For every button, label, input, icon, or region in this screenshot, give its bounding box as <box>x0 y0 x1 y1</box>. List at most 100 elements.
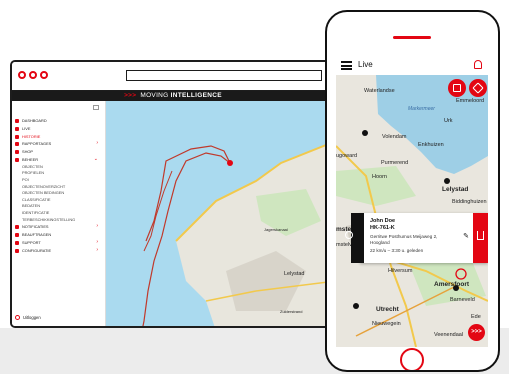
address-line-1: Gerritwe Posthumus Meijaweg 2, <box>370 234 438 239</box>
sidebar-item-notificaties[interactable]: NOTIFICATIES › <box>12 223 106 231</box>
sidebar-item-objecten-bedingen[interactable]: OBJECTEN BEDINGEN <box>12 190 106 197</box>
map-label-nieuwegein: Nieuwegein <box>372 321 401 327</box>
chevron-right-icon: › <box>96 238 98 245</box>
sidebar-item-label: CONFIGURATIE <box>22 247 52 253</box>
sidebar-item-label: DASHBOARD <box>22 118 47 123</box>
sidebar-item-label: RAPPORTAGES <box>22 141 52 147</box>
gear-icon <box>15 248 19 253</box>
chevron-right-icon: › <box>96 223 98 230</box>
sidebar-item-configuratie[interactable]: CONFIGURATIE › <box>12 247 106 255</box>
desktop-map[interactable]: Lelystad Jagerskanaal Zuiderstrand <box>106 101 334 326</box>
sidebar-item-objectenoverzicht[interactable]: OBJECTENOVERZICHT <box>12 184 106 191</box>
phone-vehicle-marker-1[interactable] <box>362 130 368 136</box>
map-label-hoorn: Hoorn <box>372 174 387 180</box>
history-icon <box>15 134 19 139</box>
map-label-veenendaal: Veenendaal <box>434 332 464 338</box>
forward-button[interactable]: >>> <box>468 324 485 341</box>
map-label-lelystad: Lelystad <box>284 271 305 277</box>
map-label-markermeer: Markermeer <box>408 106 435 112</box>
sidebar-item-profielen[interactable]: PROFIELEN <box>12 170 106 177</box>
desktop-map-svg <box>106 101 334 326</box>
sidebar-item-label: PROFIELEN <box>22 170 45 176</box>
map-label-amersfoort: Amersfoort <box>434 281 470 288</box>
share-button[interactable] <box>473 213 488 263</box>
map-label-zuiderstrand: Zuiderstrand <box>280 309 303 314</box>
map-label-waterland: Waterlandse <box>364 88 395 94</box>
sidebar-item-label: HISTORIE <box>22 133 41 139</box>
logout-button[interactable]: Uitloggen <box>15 315 41 320</box>
map-label-biddinghuizen: Biddinghuizen <box>452 199 487 205</box>
map-label-urk: Urk <box>444 118 453 124</box>
map-label-barneveld: Barneveld <box>450 297 475 303</box>
sidebar-item-support[interactable]: SUPPORT › <box>12 239 106 247</box>
sidebar-item-label: TERBESCHIKKINGSTELLING <box>22 216 76 222</box>
speed-status: 22 km/u – 3:30 u. geleden <box>370 248 424 253</box>
vehicle-info-card[interactable]: John Doe HK-761-K Gerritwe Posthumus Mei… <box>345 213 488 263</box>
sidebar-item-label: BEDATEN <box>22 203 41 209</box>
sidebar-item-label: OBJECTENOVERZICHT <box>22 183 66 189</box>
driver-name: John Doe <box>370 218 396 224</box>
sidebar-item-label: IDENTIFICATIE <box>22 209 50 215</box>
map-label-purmerend: Purmerend <box>381 160 409 166</box>
reports-icon <box>15 142 19 147</box>
layers-icon <box>472 82 484 94</box>
list-view-button[interactable] <box>448 79 466 97</box>
desktop-app: >>> MOVING INTELLIGENCE DASHBOARD LIVE HIST… <box>12 90 334 326</box>
vehicle-plate: HK-761-K <box>370 225 395 231</box>
chevron-right-icon: › <box>96 246 98 253</box>
address-bar[interactable] <box>126 70 322 81</box>
sidebar-item-label: OBJECTEN BEDINGEN <box>22 190 65 196</box>
brand-word-moving: MOVING <box>140 92 169 99</box>
sidebar-item-shop[interactable]: SHOP <box>12 148 106 156</box>
map-label-oegoward: ugoward <box>336 153 358 159</box>
sidebar-item-poi[interactable]: POI <box>12 177 106 184</box>
power-icon <box>15 315 20 320</box>
map-label-emmeloord: Emmeloord <box>456 98 485 104</box>
map-label-jagerskanaal: Jagerskanaal <box>264 227 288 232</box>
window-maximize-dot[interactable] <box>40 71 48 79</box>
lock-icon[interactable] <box>93 105 99 110</box>
sidebar-item-beauftragen[interactable]: BEAUFTRAGEN <box>12 231 106 239</box>
phone-vehicle-marker-2[interactable] <box>444 178 450 184</box>
sidebar-item-label: SHOP <box>22 149 34 155</box>
sidebar-item-label: CLASSIFICATIE <box>22 196 51 202</box>
logout-label: Uitloggen <box>23 314 41 320</box>
edit-icon[interactable]: ✎ <box>463 232 469 240</box>
key-icon <box>15 232 19 237</box>
map-label-ede: Ede <box>471 314 481 320</box>
list-icon <box>453 84 461 92</box>
sidebar-item-live[interactable]: LIVE <box>12 125 106 133</box>
sidebar-item-dashboard[interactable]: DASHBOARD <box>12 117 106 125</box>
sidebar-item-identificatie[interactable]: IDENTIFICATIE <box>12 210 106 217</box>
desktop-window: >>> MOVING INTELLIGENCE DASHBOARD LIVE HIST… <box>10 60 336 328</box>
layers-button[interactable] <box>469 79 487 97</box>
window-minimize-dot[interactable] <box>29 71 37 79</box>
sidebar-menu: DASHBOARD LIVE HISTORIE RAPPORTAGES › SHOP BEH… <box>12 117 106 254</box>
hamburger-icon[interactable] <box>341 61 352 70</box>
car-icon <box>15 157 19 162</box>
sidebar-item-label: POI <box>22 176 29 182</box>
phone-screen: Live Waterlandse Volendam Markermeer Pur… <box>336 56 488 347</box>
bell-icon[interactable] <box>474 60 482 69</box>
card-left-strip <box>345 213 364 263</box>
vehicle-marker-icon[interactable] <box>227 160 233 166</box>
sidebar-item-beheer[interactable]: BEHEER ⌄ <box>12 156 106 164</box>
home-button[interactable] <box>400 348 424 370</box>
brand-word-intelligence: INTELLIGENCE <box>170 92 222 99</box>
sidebar-item-bedaten[interactable]: BEDATEN <box>12 203 106 210</box>
sidebar-item-terbeschikkingstelling[interactable]: TERBESCHIKKINGSTELLING <box>12 217 106 224</box>
sidebar-item-historie[interactable]: HISTORIE <box>12 133 106 141</box>
sidebar-item-classificatie[interactable]: CLASSIFICATIE <box>12 197 106 204</box>
brand-bar: >>> MOVING INTELLIGENCE <box>12 91 334 101</box>
address-line-2: Hoogland <box>370 240 390 245</box>
brand-chevrons: >>> <box>124 92 137 99</box>
sidebar-item-label: NOTIFICATIES <box>22 224 49 230</box>
phone-device: Live Waterlandse Volendam Markermeer Pur… <box>325 10 500 372</box>
location-pin-icon <box>15 126 19 131</box>
sidebar-item-rapportages[interactable]: RAPPORTAGES › <box>12 140 106 148</box>
marketing-scene: >>> MOVING INTELLIGENCE DASHBOARD LIVE HIST… <box>0 0 509 374</box>
window-close-dot[interactable] <box>18 71 26 79</box>
phone-vehicle-marker-4[interactable] <box>353 303 359 309</box>
headset-icon <box>15 240 19 245</box>
sidebar-item-objecten[interactable]: OBJECTEN <box>12 164 106 171</box>
